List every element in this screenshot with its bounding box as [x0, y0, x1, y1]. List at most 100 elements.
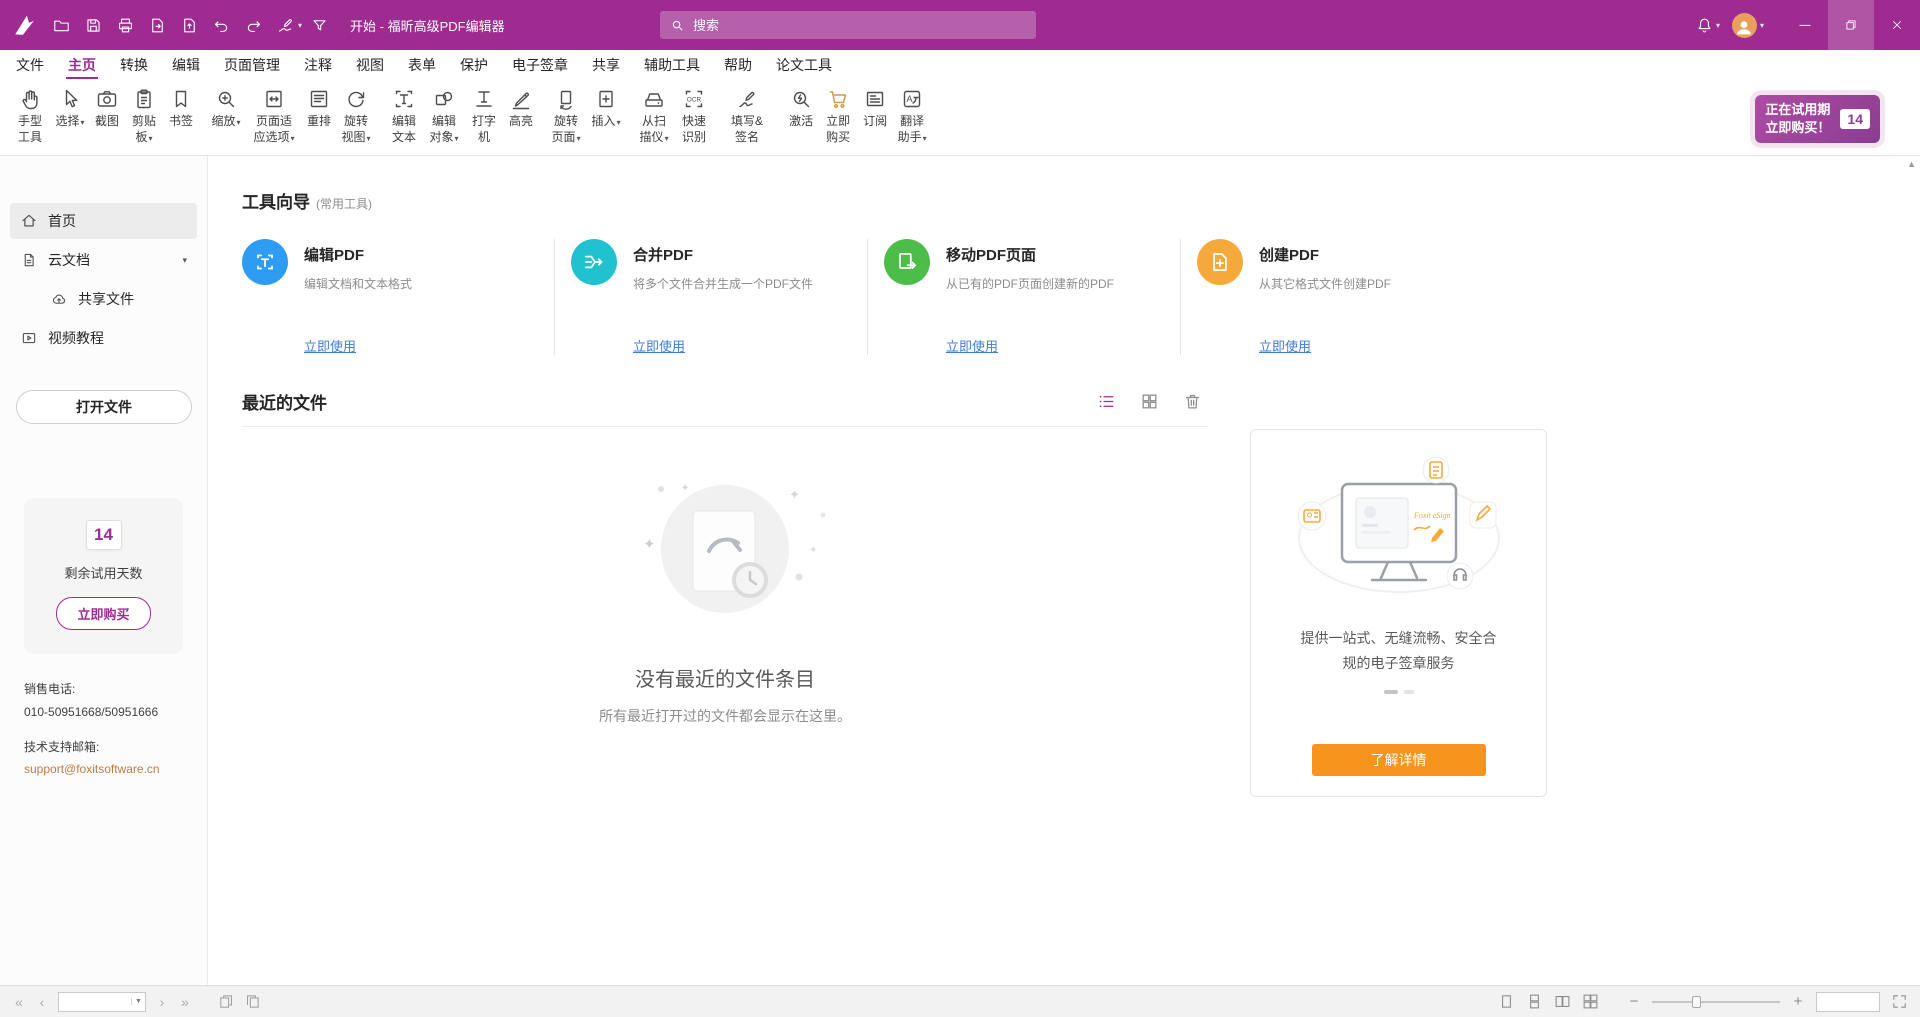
share-document-button[interactable] [174, 10, 204, 40]
ribbon-tool-from-scanner[interactable]: 从扫描仪▾ [634, 83, 674, 147]
first-page-button[interactable]: « [12, 994, 26, 1010]
previous-view-button[interactable] [218, 993, 235, 1010]
scrollbar-up-arrow[interactable]: ▲ [1907, 159, 1916, 169]
ribbon-tool-typewriter[interactable]: 打字机 [464, 83, 504, 147]
menu-help[interactable]: 帮助 [712, 50, 764, 80]
ribbon-tool-fill-sign[interactable]: 填写&签名 [722, 83, 772, 147]
svg-text:✦: ✦ [809, 545, 817, 556]
use-now-link[interactable]: 立即使用 [1259, 336, 1391, 355]
zoom-percentage-input[interactable] [1816, 992, 1880, 1012]
open-file-button[interactable] [46, 10, 76, 40]
ribbon-collapse-button[interactable] [304, 10, 334, 40]
ribbon-tool-highlight[interactable]: 高亮 [504, 83, 538, 132]
restore-button[interactable] [1828, 0, 1874, 50]
previous-page-button[interactable]: ‹ [35, 994, 49, 1010]
ribbon-tool-hand[interactable]: 手型工具 [10, 83, 50, 147]
page-number-box[interactable]: ▼ [58, 992, 146, 1012]
facing-continuous-view-button[interactable] [1582, 993, 1599, 1010]
ribbon-tool-subscribe[interactable]: 订阅 [858, 83, 892, 132]
dot-active[interactable] [1384, 690, 1398, 694]
trial-banner[interactable]: 正在试用期 立即购买！ 14 [1755, 95, 1880, 142]
close-button[interactable] [1874, 0, 1920, 50]
page-number-input[interactable] [59, 995, 131, 1009]
use-now-link[interactable]: 立即使用 [946, 336, 1114, 355]
card-create-pdf[interactable]: 创建PDF 从其它格式文件创建PDF 立即使用 [1181, 239, 1494, 355]
ribbon-tool-buy-now[interactable]: 立即购买 [818, 83, 858, 147]
card-merge-pdf[interactable]: 合并PDF 将多个文件合并生成一个PDF文件 立即使用 [555, 239, 868, 355]
ribbon-tool-translate-assistant[interactable]: A 翻译助手▾ [892, 83, 932, 147]
sidebar-item-video-tutorials[interactable]: 视频教程 [10, 320, 197, 356]
fit-page-button[interactable] [1891, 993, 1908, 1010]
chevron-down-icon[interactable]: ▾ [298, 21, 302, 30]
menu-esign[interactable]: 电子签章 [500, 50, 580, 80]
redo-button[interactable] [238, 10, 268, 40]
sidebar-item-cloud-docs[interactable]: 云文档 ▾ [10, 242, 197, 278]
menu-protect[interactable]: 保护 [448, 50, 500, 80]
undo-button[interactable] [206, 10, 236, 40]
ribbon-tool-activate[interactable]: 激活 [784, 83, 818, 132]
ribbon-tool-snapshot[interactable]: 截图 [90, 83, 124, 132]
zoom-in-button[interactable]: + [1791, 993, 1805, 1010]
ribbon-tool-select[interactable]: 选择▾ [50, 83, 90, 132]
menu-share[interactable]: 共享 [580, 50, 632, 80]
learn-more-button[interactable]: 了解详情 [1312, 744, 1486, 776]
print-button[interactable] [110, 10, 140, 40]
ribbon-tool-bookmark[interactable]: 书签 [164, 83, 198, 132]
next-page-button[interactable]: › [155, 994, 169, 1010]
facing-view-button[interactable] [1554, 993, 1571, 1010]
next-view-button[interactable] [244, 993, 261, 1010]
open-file-big-button[interactable]: 打开文件 [16, 390, 192, 424]
ribbon-tool-rotate-view[interactable]: 旋转视图▾ [336, 83, 376, 147]
grid-view-icon[interactable] [1140, 392, 1159, 411]
menu-page-management[interactable]: 页面管理 [212, 50, 292, 80]
use-now-link[interactable]: 立即使用 [304, 336, 412, 355]
menu-view[interactable]: 视图 [344, 50, 396, 80]
ribbon-tool-rotate-pages[interactable]: 旋转页面▾ [546, 83, 586, 147]
ribbon-tool-zoom[interactable]: 缩放▾ [206, 83, 246, 132]
use-now-link[interactable]: 立即使用 [633, 336, 813, 355]
menu-paper-tools[interactable]: 论文工具 [764, 50, 844, 80]
zoom-slider[interactable] [1652, 995, 1780, 1009]
menu-convert[interactable]: 转换 [108, 50, 160, 80]
trash-icon[interactable] [1183, 392, 1202, 411]
ribbon-tool-reflow[interactable]: 重排 [302, 83, 336, 132]
menu-home[interactable]: 主页 [56, 50, 108, 80]
menu-file[interactable]: 文件 [4, 50, 56, 80]
card-move-pdf-pages[interactable]: 移动PDF页面 从已有的PDF页面创建新的PDF 立即使用 [868, 239, 1181, 355]
dot-inactive[interactable] [1404, 690, 1414, 694]
ribbon-tool-clipboard[interactable]: 剪贴板▾ [124, 83, 164, 147]
menu-form[interactable]: 表单 [396, 50, 448, 80]
chevron-down-icon[interactable]: ▾ [1716, 21, 1720, 30]
save-button[interactable] [78, 10, 108, 40]
card-edit-pdf[interactable]: 编辑PDF 编辑文档和文本格式 立即使用 [242, 239, 555, 355]
continuous-view-button[interactable] [1526, 993, 1543, 1010]
translate-icon: A [900, 87, 924, 111]
minimize-button[interactable]: ─ [1782, 0, 1828, 50]
menu-accessibility[interactable]: 辅助工具 [632, 50, 712, 80]
buy-now-button[interactable]: 立即购买 [56, 597, 150, 630]
last-page-button[interactable]: » [178, 994, 192, 1010]
export-pdf-button[interactable] [142, 10, 172, 40]
support-email-link[interactable]: support@foxitsoftware.cn [24, 758, 183, 781]
ribbon-tool-insert-pages[interactable]: 插入▾ [586, 83, 626, 132]
search-input[interactable] [693, 18, 1026, 33]
chevron-down-icon[interactable]: ▾ [182, 255, 187, 266]
sign-tool-button[interactable] [270, 10, 300, 40]
ribbon-tool-edit-text[interactable]: 编辑文本 [384, 83, 424, 147]
avatar[interactable] [1732, 13, 1757, 38]
search-box[interactable] [660, 11, 1036, 39]
chevron-down-icon[interactable]: ▼ [131, 998, 145, 1005]
sidebar-item-home[interactable]: 首页 [10, 203, 197, 239]
menu-comment[interactable]: 注释 [292, 50, 344, 80]
chevron-down-icon[interactable]: ▾ [1760, 21, 1764, 30]
menu-edit[interactable]: 编辑 [160, 50, 212, 80]
ribbon-tool-ocr[interactable]: OCR 快速识别 [674, 83, 714, 147]
zoom-out-button[interactable]: − [1627, 993, 1641, 1010]
list-view-icon[interactable] [1097, 392, 1116, 411]
single-page-view-button[interactable] [1498, 993, 1515, 1010]
ribbon-tool-edit-object[interactable]: 编辑对象▾ [424, 83, 464, 147]
ribbon-tool-fit-options[interactable]: 页面适应选项▾ [246, 83, 302, 147]
promo-pagination-dots[interactable] [1384, 690, 1414, 694]
zoom-slider-thumb[interactable] [1692, 996, 1701, 1008]
sidebar-item-shared-files[interactable]: 共享文件 [10, 281, 197, 317]
